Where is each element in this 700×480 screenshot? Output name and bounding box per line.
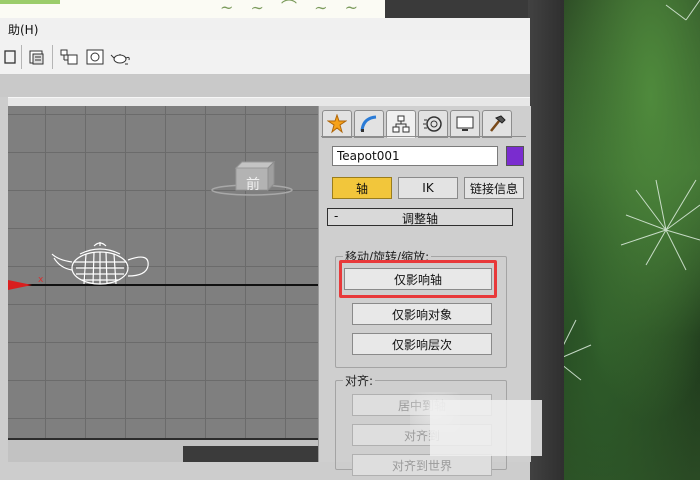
toolbar-spacer (0, 75, 530, 97)
modify-arc-icon (360, 115, 377, 132)
align-to-world-button[interactable]: 对齐到世界 (352, 454, 492, 476)
object-color-swatch[interactable] (506, 146, 524, 166)
viewport-perspective[interactable]: x 前 (8, 106, 320, 440)
pivot-mode-button[interactable]: 轴 (332, 177, 392, 199)
motion-icon (423, 116, 442, 132)
create-star-icon (327, 114, 347, 134)
display-tab[interactable] (450, 110, 480, 138)
modify-tab[interactable] (354, 110, 384, 138)
menu-bar: 助(H) (0, 18, 530, 41)
annotation-highlight-box (339, 260, 497, 298)
alignment-label: 对齐: (343, 372, 376, 389)
link-info-mode-button[interactable]: 链接信息 (464, 177, 524, 199)
hierarchy-tab[interactable] (386, 110, 416, 138)
teapot-object[interactable] (50, 240, 154, 290)
create-tab[interactable] (322, 110, 352, 138)
ik-mode-button[interactable]: IK (398, 177, 458, 199)
render-teapot-icon[interactable] (110, 46, 132, 68)
affect-object-only-button[interactable]: 仅影响对象 (352, 303, 492, 325)
adjust-pivot-rollout-header[interactable]: - 调整轴 (327, 208, 513, 226)
x-axis-label: x (38, 275, 44, 285)
main-toolbar (0, 40, 530, 75)
top-banner-image: ~ ∼ ⌒ ∼ ~ (0, 0, 385, 20)
tab-divider (321, 136, 526, 137)
hierarchy-icon (392, 115, 410, 133)
material-editor-icon[interactable] (84, 46, 106, 68)
rollout-title: 调整轴 (401, 212, 438, 226)
utilities-tab[interactable] (482, 110, 512, 138)
motion-tab[interactable] (418, 110, 448, 138)
menu-help[interactable]: 助(H) (8, 21, 38, 38)
utilities-hammer-icon (490, 115, 506, 132)
toolbar-separator (21, 45, 22, 69)
watermark-overlay (430, 400, 542, 456)
object-name-input[interactable] (332, 146, 498, 166)
banner-art: ~ ∼ ⌒ ∼ ~ (220, 0, 364, 17)
display-icon (456, 116, 474, 131)
toolbar-edge-icon[interactable] (0, 46, 22, 68)
x-axis-arrow-icon (8, 280, 32, 290)
layer-manager-icon[interactable] (26, 46, 48, 68)
schematic-view-icon[interactable] (58, 46, 80, 68)
affect-hierarchy-only-button[interactable]: 仅影响层次 (352, 333, 492, 355)
toolbar-separator (52, 45, 53, 69)
banner-accent (0, 0, 60, 4)
viewcube-face-label: 前 (246, 177, 260, 193)
